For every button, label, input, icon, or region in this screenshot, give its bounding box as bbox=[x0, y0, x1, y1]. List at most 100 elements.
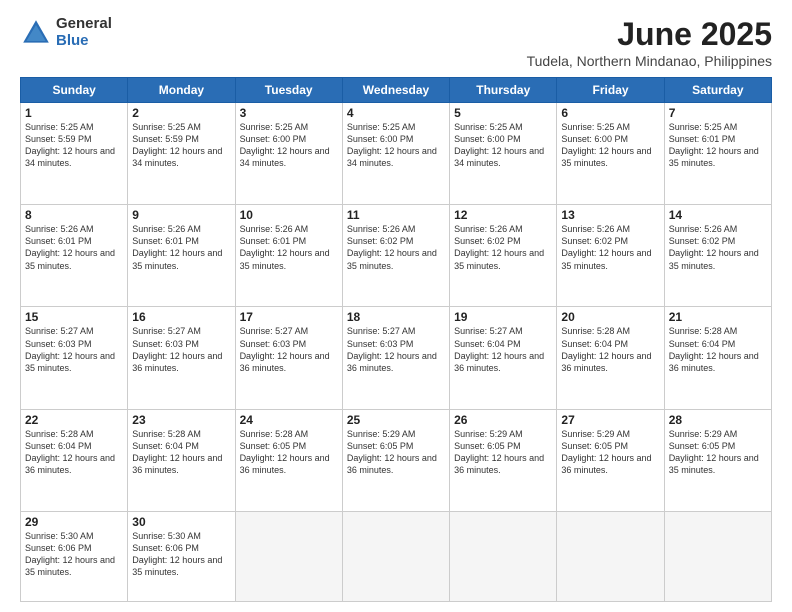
calendar-week-row: 22Sunrise: 5:28 AMSunset: 6:04 PMDayligh… bbox=[21, 409, 772, 511]
day-details: Sunrise: 5:25 AMSunset: 5:59 PMDaylight:… bbox=[132, 121, 230, 170]
day-details: Sunrise: 5:28 AMSunset: 6:04 PMDaylight:… bbox=[132, 428, 230, 477]
day-number: 10 bbox=[240, 208, 338, 222]
day-number: 20 bbox=[561, 310, 659, 324]
calendar-day-cell: 27Sunrise: 5:29 AMSunset: 6:05 PMDayligh… bbox=[557, 409, 664, 511]
day-number: 11 bbox=[347, 208, 445, 222]
day-number: 29 bbox=[25, 515, 123, 529]
calendar-day-cell: 10Sunrise: 5:26 AMSunset: 6:01 PMDayligh… bbox=[235, 205, 342, 307]
calendar-header-row: SundayMondayTuesdayWednesdayThursdayFrid… bbox=[21, 78, 772, 103]
calendar-day-cell: 6Sunrise: 5:25 AMSunset: 6:00 PMDaylight… bbox=[557, 103, 664, 205]
logo-general-text: General bbox=[56, 16, 112, 33]
calendar-week-row: 29 Sunrise: 5:30 AMSunset: 6:06 PMDayligh… bbox=[21, 511, 772, 601]
day-number: 23 bbox=[132, 413, 230, 427]
day-number: 19 bbox=[454, 310, 552, 324]
day-number: 5 bbox=[454, 106, 552, 120]
calendar-day-cell bbox=[235, 511, 342, 601]
calendar-day-cell: 24Sunrise: 5:28 AMSunset: 6:05 PMDayligh… bbox=[235, 409, 342, 511]
day-number: 17 bbox=[240, 310, 338, 324]
day-number: 13 bbox=[561, 208, 659, 222]
day-number: 28 bbox=[669, 413, 767, 427]
day-number: 14 bbox=[669, 208, 767, 222]
day-number: 4 bbox=[347, 106, 445, 120]
day-details: Sunrise: 5:25 AMSunset: 6:00 PMDaylight:… bbox=[347, 121, 445, 170]
calendar-day-cell: 17Sunrise: 5:27 AMSunset: 6:03 PMDayligh… bbox=[235, 307, 342, 409]
day-details: Sunrise: 5:29 AMSunset: 6:05 PMDaylight:… bbox=[561, 428, 659, 477]
logo-icon bbox=[20, 17, 52, 49]
calendar-day-cell bbox=[557, 511, 664, 601]
calendar-day-cell bbox=[664, 511, 771, 601]
day-details: Sunrise: 5:25 AMSunset: 6:01 PMDaylight:… bbox=[669, 121, 767, 170]
calendar-day-cell: 8Sunrise: 5:26 AMSunset: 6:01 PMDaylight… bbox=[21, 205, 128, 307]
day-number: 6 bbox=[561, 106, 659, 120]
calendar-day-cell: 19Sunrise: 5:27 AMSunset: 6:04 PMDayligh… bbox=[450, 307, 557, 409]
calendar-weekday-header: Friday bbox=[557, 78, 664, 103]
day-details: Sunrise: 5:26 AMSunset: 6:01 PMDaylight:… bbox=[25, 223, 123, 272]
day-details: Sunrise: 5:28 AMSunset: 6:04 PMDaylight:… bbox=[669, 325, 767, 374]
calendar-day-cell: 9Sunrise: 5:26 AMSunset: 6:01 PMDaylight… bbox=[128, 205, 235, 307]
calendar-day-cell: 4Sunrise: 5:25 AMSunset: 6:00 PMDaylight… bbox=[342, 103, 449, 205]
day-number: 7 bbox=[669, 106, 767, 120]
calendar-day-cell: 25Sunrise: 5:29 AMSunset: 6:05 PMDayligh… bbox=[342, 409, 449, 511]
calendar-day-cell: 23Sunrise: 5:28 AMSunset: 6:04 PMDayligh… bbox=[128, 409, 235, 511]
day-number: 30 bbox=[132, 515, 230, 529]
calendar-week-row: 1 Sunrise: 5:25 AMSunset: 5:59 PMDaylight… bbox=[21, 103, 772, 205]
calendar-day-cell: 5Sunrise: 5:25 AMSunset: 6:00 PMDaylight… bbox=[450, 103, 557, 205]
calendar-day-cell: 12Sunrise: 5:26 AMSunset: 6:02 PMDayligh… bbox=[450, 205, 557, 307]
day-details: Sunrise: 5:25 AMSunset: 6:00 PMDaylight:… bbox=[240, 121, 338, 170]
day-number: 1 bbox=[25, 106, 123, 120]
day-number: 18 bbox=[347, 310, 445, 324]
calendar-weekday-header: Tuesday bbox=[235, 78, 342, 103]
calendar-day-cell: 20Sunrise: 5:28 AMSunset: 6:04 PMDayligh… bbox=[557, 307, 664, 409]
calendar-table: SundayMondayTuesdayWednesdayThursdayFrid… bbox=[20, 77, 772, 602]
calendar-day-cell: 26Sunrise: 5:29 AMSunset: 6:05 PMDayligh… bbox=[450, 409, 557, 511]
calendar-day-cell: 14Sunrise: 5:26 AMSunset: 6:02 PMDayligh… bbox=[664, 205, 771, 307]
calendar-weekday-header: Wednesday bbox=[342, 78, 449, 103]
calendar-day-cell: 18Sunrise: 5:27 AMSunset: 6:03 PMDayligh… bbox=[342, 307, 449, 409]
calendar-day-cell: 15Sunrise: 5:27 AMSunset: 6:03 PMDayligh… bbox=[21, 307, 128, 409]
day-details: Sunrise: 5:25 AMSunset: 6:00 PMDaylight:… bbox=[454, 121, 552, 170]
day-number: 15 bbox=[25, 310, 123, 324]
day-details: Sunrise: 5:29 AMSunset: 6:05 PMDaylight:… bbox=[454, 428, 552, 477]
day-number: 3 bbox=[240, 106, 338, 120]
calendar-week-row: 15 Sunrise: 5:27 AMSunset: 6:03 PMDayligh… bbox=[21, 307, 772, 409]
calendar-day-cell: 28Sunrise: 5:29 AMSunset: 6:05 PMDayligh… bbox=[664, 409, 771, 511]
day-details: Sunrise: 5:26 AMSunset: 6:02 PMDaylight:… bbox=[669, 223, 767, 272]
calendar-day-cell: 29Sunrise: 5:30 AMSunset: 6:06 PMDayligh… bbox=[21, 511, 128, 601]
day-details: Sunrise: 5:29 AMSunset: 6:05 PMDaylight:… bbox=[347, 428, 445, 477]
day-details: Sunrise: 5:30 AMSunset: 6:06 PMDaylight:… bbox=[132, 530, 230, 579]
day-details: Sunrise: 5:28 AMSunset: 6:04 PMDaylight:… bbox=[25, 428, 123, 477]
day-number: 27 bbox=[561, 413, 659, 427]
day-number: 24 bbox=[240, 413, 338, 427]
logo: General Blue bbox=[20, 16, 112, 49]
day-details: Sunrise: 5:26 AMSunset: 6:01 PMDaylight:… bbox=[132, 223, 230, 272]
day-details: Sunrise: 5:26 AMSunset: 6:02 PMDaylight:… bbox=[347, 223, 445, 272]
day-details: Sunrise: 5:28 AMSunset: 6:04 PMDaylight:… bbox=[561, 325, 659, 374]
month-year: June 2025 bbox=[527, 16, 772, 53]
logo-text: General Blue bbox=[56, 16, 112, 49]
day-details: Sunrise: 5:29 AMSunset: 6:05 PMDaylight:… bbox=[669, 428, 767, 477]
day-number: 22 bbox=[25, 413, 123, 427]
calendar-weekday-header: Saturday bbox=[664, 78, 771, 103]
calendar-day-cell: 22Sunrise: 5:28 AMSunset: 6:04 PMDayligh… bbox=[21, 409, 128, 511]
day-details: Sunrise: 5:26 AMSunset: 6:01 PMDaylight:… bbox=[240, 223, 338, 272]
calendar-day-cell: 16Sunrise: 5:27 AMSunset: 6:03 PMDayligh… bbox=[128, 307, 235, 409]
day-details: Sunrise: 5:27 AMSunset: 6:03 PMDaylight:… bbox=[132, 325, 230, 374]
day-details: Sunrise: 5:27 AMSunset: 6:03 PMDaylight:… bbox=[347, 325, 445, 374]
header: General Blue June 2025 Tudela, Northern … bbox=[20, 16, 772, 69]
calendar-day-cell: 11Sunrise: 5:26 AMSunset: 6:02 PMDayligh… bbox=[342, 205, 449, 307]
calendar-day-cell: 21Sunrise: 5:28 AMSunset: 6:04 PMDayligh… bbox=[664, 307, 771, 409]
day-details: Sunrise: 5:25 AMSunset: 6:00 PMDaylight:… bbox=[561, 121, 659, 170]
page: General Blue June 2025 Tudela, Northern … bbox=[0, 0, 792, 612]
day-details: Sunrise: 5:27 AMSunset: 6:04 PMDaylight:… bbox=[454, 325, 552, 374]
calendar-weekday-header: Sunday bbox=[21, 78, 128, 103]
calendar-day-cell: 13Sunrise: 5:26 AMSunset: 6:02 PMDayligh… bbox=[557, 205, 664, 307]
day-number: 25 bbox=[347, 413, 445, 427]
day-details: Sunrise: 5:28 AMSunset: 6:05 PMDaylight:… bbox=[240, 428, 338, 477]
day-number: 9 bbox=[132, 208, 230, 222]
calendar-weekday-header: Monday bbox=[128, 78, 235, 103]
location: Tudela, Northern Mindanao, Philippines bbox=[527, 53, 772, 69]
day-details: Sunrise: 5:27 AMSunset: 6:03 PMDaylight:… bbox=[240, 325, 338, 374]
day-details: Sunrise: 5:26 AMSunset: 6:02 PMDaylight:… bbox=[561, 223, 659, 272]
title-block: June 2025 Tudela, Northern Mindanao, Phi… bbox=[527, 16, 772, 69]
day-number: 16 bbox=[132, 310, 230, 324]
